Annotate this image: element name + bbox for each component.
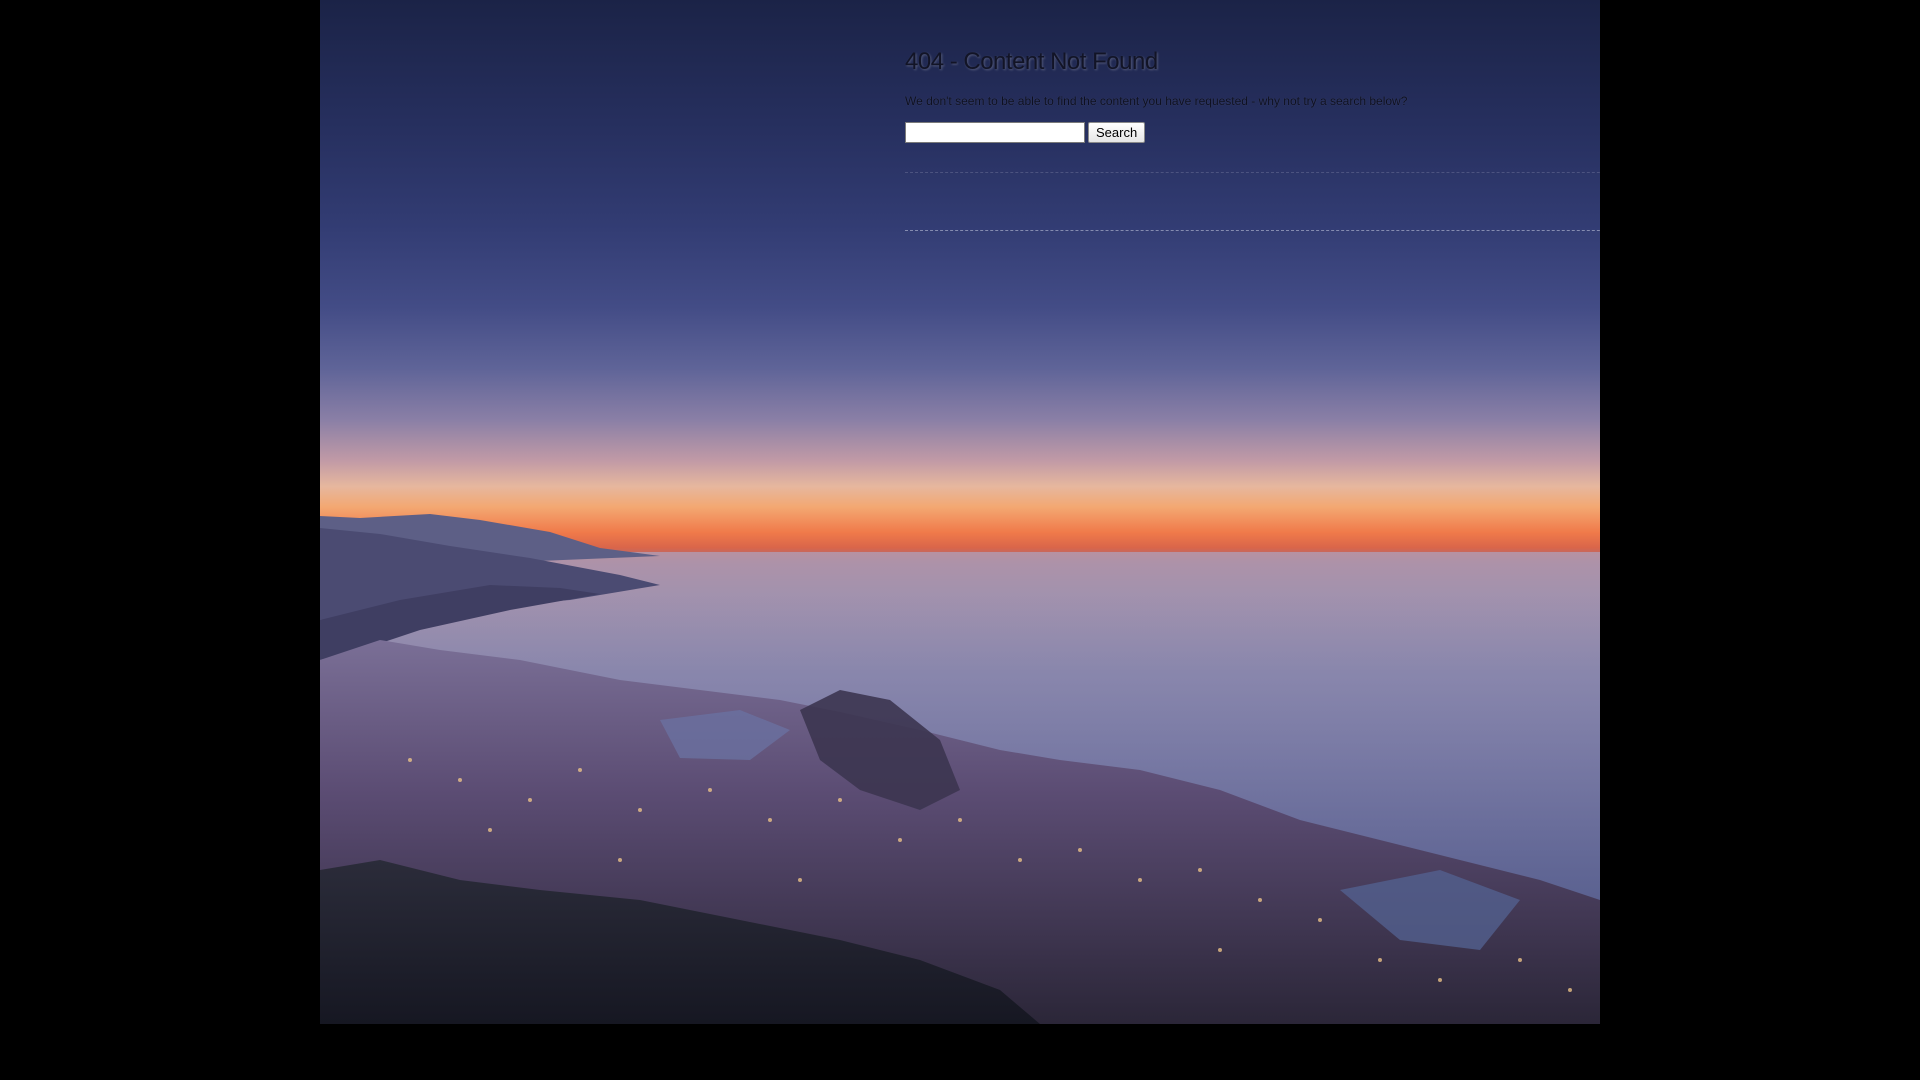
page-title: 404 - Content Not Found xyxy=(905,48,1158,75)
search-button[interactable]: Search xyxy=(1088,122,1146,143)
coastal-city-scene xyxy=(320,514,1600,1024)
search-form: Search xyxy=(905,122,1600,143)
not-found-message: We don't seem to be able to find the con… xyxy=(905,94,1408,108)
content-divider-top xyxy=(905,172,1600,173)
background-photo: 404 - Content Not Found We don't seem to… xyxy=(320,0,1600,1024)
main-content: 404 - Content Not Found We don't seem to… xyxy=(905,48,1600,231)
content-divider-bottom xyxy=(905,230,1600,231)
search-input[interactable] xyxy=(905,122,1085,143)
